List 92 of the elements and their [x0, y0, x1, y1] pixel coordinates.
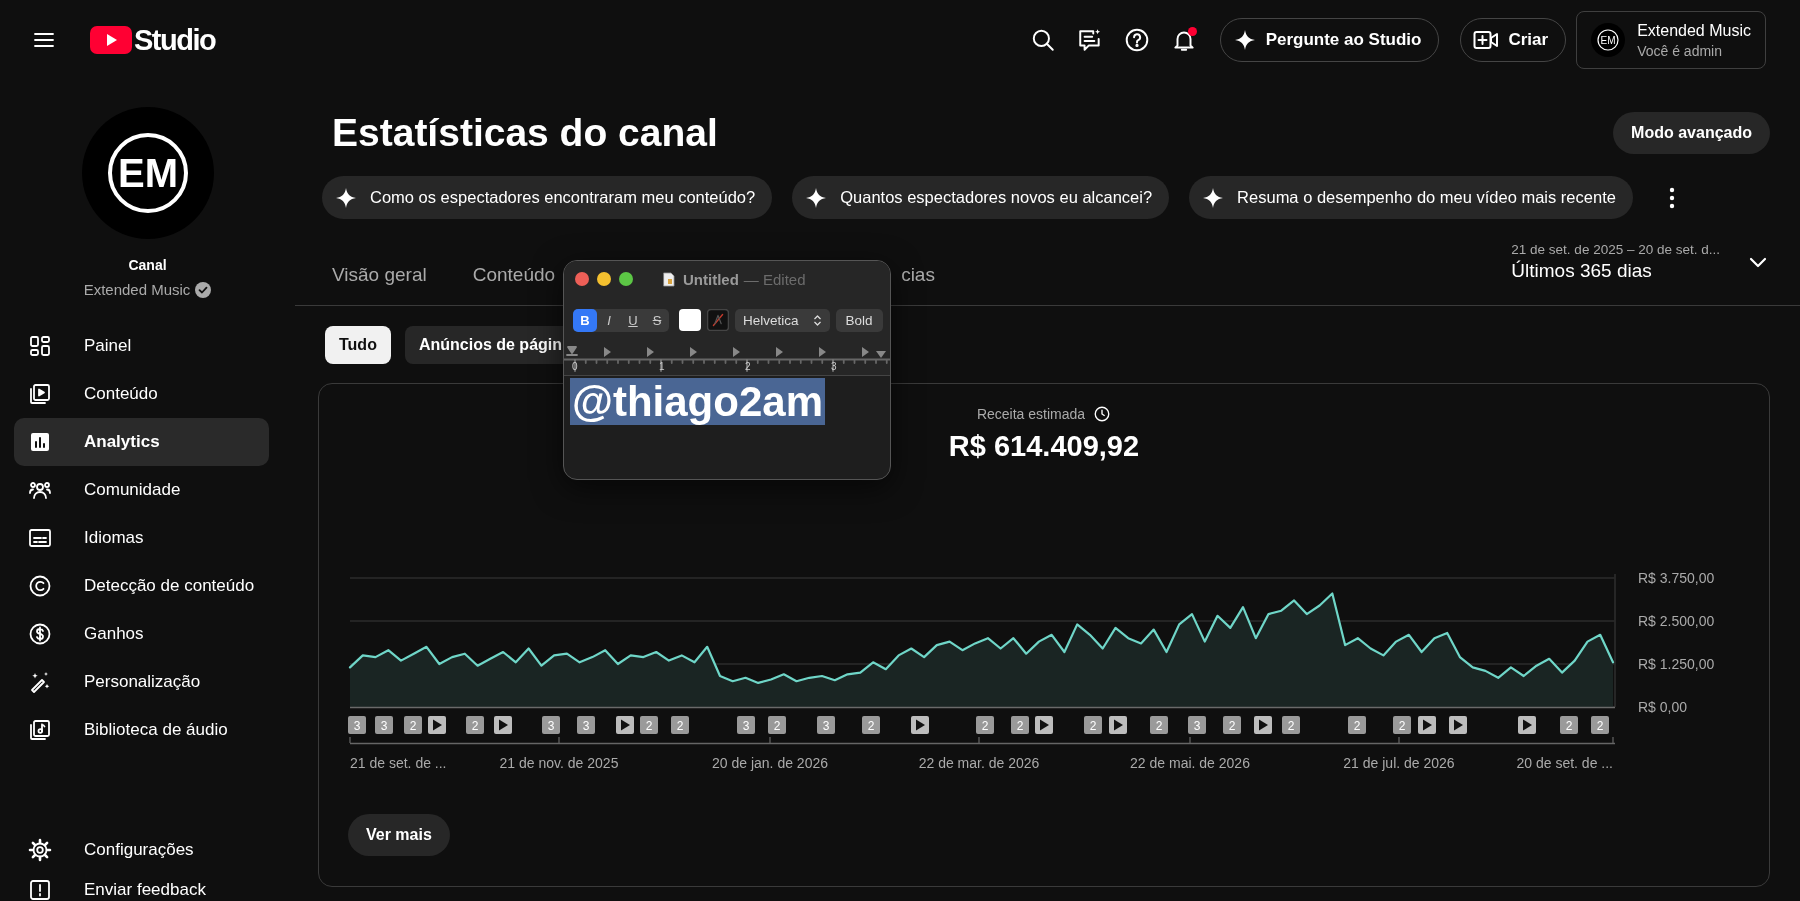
x-axis-label: 21 de nov. de 2025 — [499, 755, 618, 771]
sidebar-item[interactable]: Personalização — [14, 658, 269, 706]
sidebar-item[interactable]: Enviar feedback — [14, 870, 269, 901]
logo-text[interactable]: Studio — [134, 23, 216, 57]
y-axis-label: R$ 3.750,00 — [1637, 570, 1714, 586]
event-marker[interactable] — [615, 716, 634, 734]
x-axis-label: 20 de jan. de 2026 — [711, 755, 828, 771]
sidebar-item[interactable]: Idiomas — [14, 514, 269, 562]
magic-wand-icon — [28, 670, 52, 694]
close-button[interactable] — [575, 272, 589, 286]
y-axis-label: R$ 2.500,00 — [1637, 613, 1714, 629]
suggestion-chip[interactable]: Resuma o desempenho do meu vídeo mais recente — [1189, 176, 1633, 219]
event-marker[interactable] — [1034, 716, 1053, 734]
suggestion-chip[interactable]: Quantos espectadores novos eu alcancei? — [792, 176, 1170, 219]
account-role: Você é admin — [1637, 42, 1723, 59]
subtitles-icon — [28, 526, 52, 550]
window-title: Untitled — [683, 270, 739, 288]
more-icon[interactable] — [1668, 186, 1675, 209]
clock-icon[interactable] — [1093, 405, 1112, 423]
music-library-icon — [28, 718, 52, 742]
sidebar-item[interactable]: Conteúdo — [14, 370, 269, 418]
sidebar-item[interactable]: Painel — [14, 322, 269, 370]
event-marker[interactable] — [1517, 716, 1536, 734]
document-icon — [663, 271, 675, 287]
video-library-icon — [28, 382, 52, 406]
font-family-dropdown[interactable]: Helvetica — [735, 308, 830, 332]
y-axis-label: R$ 0,00 — [1637, 699, 1687, 715]
format-button[interactable]: U — [621, 308, 645, 332]
copyright-icon — [28, 574, 52, 598]
x-axis-label: 22 de mai. de 2026 — [1129, 755, 1250, 771]
suggestion-chip[interactable]: Como os espectadores encontraram meu conteúdo? — [322, 176, 773, 219]
event-marker[interactable] — [1108, 716, 1127, 734]
sidebar-item[interactable]: Ganhos — [14, 610, 269, 658]
filter-chip[interactable]: Tudo — [325, 326, 391, 364]
see-more-button[interactable]: Ver mais — [348, 814, 450, 856]
feedback-icon — [28, 878, 52, 901]
channel-name: Extended Music — [83, 281, 191, 298]
x-axis-label: 21 de set. de ... — [349, 755, 446, 771]
tab[interactable]: cias — [901, 263, 935, 287]
settings-icon — [28, 838, 52, 862]
sidebar-item[interactable]: Detecção de conteúdo — [14, 562, 269, 610]
tab[interactable]: Conteúdo — [472, 263, 556, 287]
page-title: Estatísticas do canal — [332, 110, 718, 156]
x-axis-label: 22 de mar. de 2026 — [918, 755, 1039, 771]
ruler-number: 2 — [745, 361, 751, 372]
event-marker[interactable] — [1253, 716, 1272, 734]
tab[interactable]: Visão geral — [332, 263, 427, 287]
format-button[interactable]: S — [645, 308, 669, 332]
bar-chart-icon — [28, 430, 52, 454]
date-range: 21 de set. de 2025 – 20 de set. d... — [1511, 242, 1720, 257]
minimize-button[interactable] — [597, 272, 611, 286]
advanced-mode-button[interactable]: Modo avançado — [1613, 112, 1770, 154]
up-down-chevron-icon — [812, 313, 822, 327]
account-card[interactable]: EM Extended Music Você é admin — [1576, 11, 1766, 69]
sidebar-item[interactable]: Biblioteca de áudio — [14, 706, 269, 754]
metric-label: Receita estimada — [976, 406, 1086, 422]
channel-heading: Canal — [128, 257, 167, 273]
event-marker[interactable] — [1448, 716, 1467, 734]
text-color-well[interactable] — [679, 309, 701, 331]
metric-value: R$ 614.409,92 — [948, 429, 1140, 464]
format-button[interactable]: I — [597, 308, 621, 332]
event-marker[interactable] — [910, 716, 929, 734]
event-marker[interactable] — [1417, 716, 1436, 734]
document-text[interactable]: @thiago2am — [570, 378, 825, 425]
sidebar-item[interactable]: Comunidade — [14, 466, 269, 514]
play-logo-icon — [90, 26, 132, 54]
channel-avatar[interactable]: EM — [81, 107, 214, 239]
format-button[interactable]: B — [573, 308, 597, 332]
zoom-button[interactable] — [619, 272, 633, 286]
event-marker[interactable] — [493, 716, 512, 734]
ruler-number: 0 — [572, 361, 578, 372]
x-axis-label: 20 de set. de ... — [1516, 755, 1613, 771]
help-icon[interactable] — [1123, 27, 1150, 53]
chat-sparkle-icon[interactable] — [1076, 27, 1103, 53]
ask-studio-button[interactable]: Pergunte ao Studio — [1219, 18, 1440, 62]
sidebar-item[interactable]: Analytics — [14, 418, 269, 466]
period-label[interactable]: Últimos 365 dias — [1511, 260, 1720, 282]
channel-avatar: EM — [1591, 23, 1626, 57]
window-status: — Edited — [743, 270, 806, 288]
account-name: Extended Music — [1637, 21, 1751, 40]
x-axis-label: 21 de jul. de 2026 — [1342, 755, 1455, 771]
font-style-dropdown[interactable]: Bold — [835, 308, 883, 332]
ruler-number: 1 — [659, 361, 665, 372]
ruler-number: 3 — [831, 361, 837, 372]
video-plus-icon — [1473, 30, 1500, 50]
y-axis-label: R$ 1.250,00 — [1637, 656, 1714, 672]
sidebar-item[interactable]: Configurações — [14, 830, 269, 870]
create-button[interactable]: Criar — [1460, 18, 1567, 62]
no-background-color-icon[interactable] — [707, 309, 729, 331]
dashboard-icon — [28, 334, 52, 358]
dollar-icon — [28, 622, 52, 646]
event-marker[interactable] — [427, 716, 446, 734]
